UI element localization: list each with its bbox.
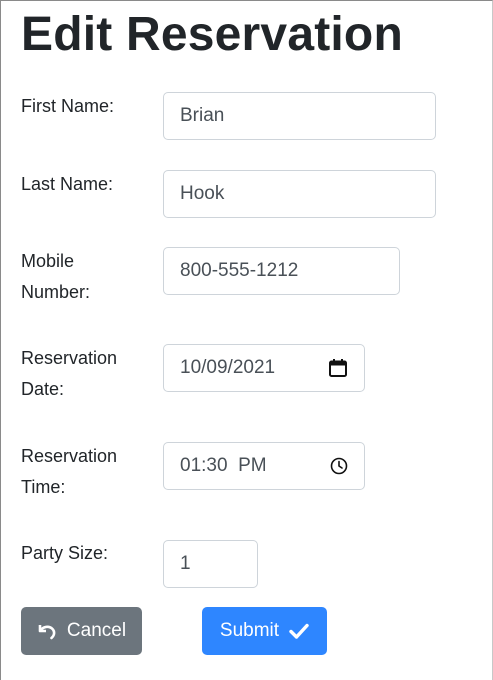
submit-button-label: Submit [219, 620, 280, 641]
cancel-button[interactable]: Cancel [21, 607, 142, 655]
party-size-label: Party Size: [21, 543, 109, 563]
reservation-date-label: Reservation Date: [21, 343, 151, 405]
reservation-date-value: 10/09/2021 [180, 357, 276, 378]
reservation-time-label-line1: Reservation [21, 446, 118, 466]
clock-icon[interactable] [330, 457, 348, 475]
checkmark-icon [289, 623, 309, 639]
party-size-input[interactable]: 1 [163, 540, 258, 588]
first-name-input[interactable]: Brian [163, 92, 436, 140]
reservation-time-input[interactable]: 01:30 PM [163, 442, 365, 490]
mobile-number-label: Mobile Number: [21, 246, 151, 308]
mobile-number-label-line1: Mobile [21, 251, 75, 271]
cancel-button-label: Cancel [66, 620, 127, 641]
mobile-number-label-line2: Number: [21, 282, 91, 302]
undo-arrow-icon [37, 622, 57, 640]
first-name-label: First Name: [21, 96, 115, 116]
reservation-date-input[interactable]: 10/09/2021 [163, 344, 365, 392]
mobile-number-value: 800-555-1212 [180, 260, 299, 281]
last-name-label: Last Name: [21, 174, 114, 194]
page-title: Edit Reservation [21, 8, 403, 61]
submit-button[interactable]: Submit [202, 607, 327, 655]
mobile-number-input[interactable]: 800-555-1212 [163, 247, 400, 295]
reservation-time-label-line2: Time: [21, 477, 66, 497]
last-name-value: Hook [180, 183, 225, 204]
party-size-value: 1 [180, 553, 191, 574]
reservation-time-label: Reservation Time: [21, 441, 151, 503]
reservation-date-label-line1: Reservation [21, 348, 118, 368]
first-name-value: Brian [180, 105, 225, 126]
reservation-date-label-line2: Date: [21, 379, 65, 399]
reservation-time-value: 01:30 PM [180, 455, 267, 476]
last-name-input[interactable]: Hook [163, 170, 436, 218]
calendar-icon[interactable] [328, 358, 348, 378]
app-frame: Edit Reservation First Name: Brian Last … [0, 0, 493, 680]
